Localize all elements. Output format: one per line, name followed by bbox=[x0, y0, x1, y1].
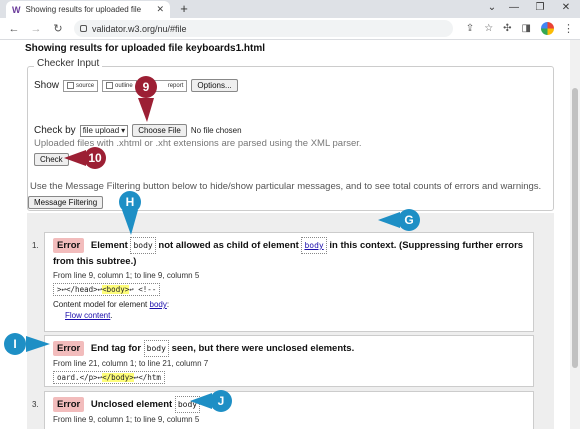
title-bar: W Showing results for uploaded file ✕ + … bbox=[0, 0, 580, 18]
choose-file-button[interactable]: Choose File bbox=[132, 124, 187, 137]
page-title: Showing results for uploaded file keyboa… bbox=[25, 43, 266, 54]
callout-g-badge: G bbox=[398, 209, 420, 231]
minimize-button[interactable]: — bbox=[502, 2, 526, 13]
extract-highlight: <body> bbox=[102, 285, 130, 294]
message-number: 3. bbox=[32, 400, 39, 409]
message-heading: Error Unclosed element body bbox=[53, 396, 525, 413]
check-by-label: Check by bbox=[34, 125, 76, 136]
code-body: body bbox=[143, 340, 169, 357]
share-icon[interactable]: ⇪ bbox=[466, 23, 474, 34]
close-tab-icon[interactable]: ✕ bbox=[156, 4, 164, 15]
checker-legend: Checker Input bbox=[34, 58, 103, 69]
check-by-select[interactable]: file upload ▾ bbox=[79, 124, 129, 137]
address-bar[interactable]: validator.w3.org/nu/#file bbox=[74, 20, 453, 37]
outline-option[interactable]: outline bbox=[102, 79, 137, 92]
options-button[interactable]: Options... bbox=[191, 79, 238, 92]
vertical-scrollbar[interactable] bbox=[570, 40, 580, 429]
content-model-link[interactable]: body bbox=[150, 300, 167, 309]
code-extract: >↩</head>↩<body>↩ <!-- bbox=[53, 283, 161, 296]
callout-j-badge: J bbox=[210, 390, 232, 412]
extract-post: ↩ <!-- bbox=[129, 285, 157, 294]
outline-label: outline bbox=[115, 82, 133, 89]
message-text-mid: not allowed as child of element bbox=[158, 240, 299, 251]
show-label: Show bbox=[34, 80, 60, 91]
code-body-link[interactable]: body bbox=[301, 237, 327, 254]
message-location: From line 21, column 1; to line 21, colu… bbox=[53, 359, 209, 368]
bookmark-star-icon[interactable]: ☆ bbox=[484, 23, 493, 34]
message-number: 1. bbox=[32, 241, 39, 250]
extract-post: ↩</htm bbox=[133, 373, 161, 382]
reload-icon[interactable]: ↻ bbox=[50, 22, 66, 35]
flow-content: Flow content. bbox=[65, 311, 113, 320]
lock-icon bbox=[80, 25, 87, 32]
page-viewport: Showing results for uploaded file keyboa… bbox=[0, 40, 570, 429]
browser-toolbar: ← → ↻ validator.w3.org/nu/#file ⇪ ☆ ✣ ◨ … bbox=[0, 18, 580, 40]
message-heading: Error Element body not allowed as child … bbox=[53, 237, 525, 269]
error-badge: Error bbox=[53, 397, 85, 412]
browser-tab[interactable]: W Showing results for uploaded file ✕ bbox=[6, 1, 170, 18]
message-heading: Error End tag for body seen, but there w… bbox=[53, 340, 525, 357]
message-text-pre: Unclosed element bbox=[90, 399, 173, 410]
message-text-post: seen, but there were unclosed elements. bbox=[171, 343, 355, 354]
error-message-2: Error End tag for body seen, but there w… bbox=[44, 335, 534, 387]
check-by-row: Check by file upload ▾ Choose File No fi… bbox=[34, 124, 242, 137]
check-by-value: file upload bbox=[82, 126, 120, 135]
content-model: Content model for element body: bbox=[53, 300, 170, 309]
source-option[interactable]: source bbox=[63, 79, 99, 92]
callout-9-badge: 9 bbox=[135, 76, 157, 98]
parse-note: Uploaded files with .xhtml or .xht exten… bbox=[34, 138, 362, 149]
flow-content-link[interactable]: Flow content bbox=[65, 311, 110, 320]
tab-title: Showing results for uploaded file bbox=[25, 5, 142, 14]
source-checkbox[interactable] bbox=[67, 82, 75, 89]
forward-arrow-icon[interactable]: → bbox=[28, 23, 44, 35]
extract-pre: oard.</p>↩ bbox=[57, 373, 103, 382]
callout-10-badge: 10 bbox=[84, 147, 106, 169]
code-extract: oard.</p>↩</body>↩</htm bbox=[53, 371, 165, 384]
report-label: report bbox=[167, 82, 184, 89]
new-tab-button[interactable]: + bbox=[176, 1, 192, 17]
extract-highlight: </body> bbox=[102, 373, 134, 382]
tab-search-icon[interactable]: ⌄ bbox=[480, 2, 504, 13]
check-button[interactable]: Check bbox=[34, 153, 69, 166]
error-message-1: 1. Error Element body not allowed as chi… bbox=[32, 232, 534, 332]
code-body: body bbox=[174, 396, 201, 413]
message-text-pre: Element bbox=[90, 240, 128, 251]
close-window-button[interactable]: ✕ bbox=[554, 2, 578, 13]
filter-note: Use the Message Filtering button below t… bbox=[30, 181, 542, 192]
maximize-button[interactable]: ❐ bbox=[528, 2, 552, 13]
address-text[interactable]: validator.w3.org/nu/#file bbox=[92, 24, 447, 34]
source-label: source bbox=[76, 82, 95, 89]
extract-pre: >↩</head>↩ bbox=[57, 285, 103, 294]
menu-kebab-icon[interactable]: ⋮ bbox=[563, 22, 574, 35]
back-arrow-icon[interactable]: ← bbox=[6, 23, 22, 35]
scrollbar-thumb[interactable] bbox=[572, 88, 578, 368]
side-panel-icon[interactable]: ◨ bbox=[522, 23, 531, 34]
message-text-pre: End tag for bbox=[90, 343, 142, 354]
message-location: From line 9, column 1; to line 9, column… bbox=[53, 271, 200, 280]
content-model-text: Content model for element bbox=[53, 300, 148, 309]
error-message-3: 3. Error Unclosed element body From line… bbox=[32, 391, 534, 429]
code-body: body bbox=[130, 237, 156, 254]
callout-i-badge: I bbox=[4, 333, 26, 355]
message-location: From line 9, column 1; to line 9, column… bbox=[53, 415, 200, 424]
chevron-down-icon: ▾ bbox=[121, 126, 126, 135]
error-badge: Error bbox=[53, 238, 85, 253]
outline-checkbox[interactable] bbox=[106, 82, 114, 89]
error-badge: Error bbox=[53, 341, 85, 356]
profile-avatar-icon[interactable] bbox=[541, 22, 554, 35]
extensions-puzzle-icon[interactable]: ✣ bbox=[503, 23, 511, 34]
w3c-favicon-icon: W bbox=[12, 4, 21, 15]
no-file-text: No file chosen bbox=[190, 126, 242, 135]
message-filtering-button[interactable]: Message Filtering bbox=[28, 196, 104, 209]
callout-h-badge: H bbox=[119, 191, 141, 213]
